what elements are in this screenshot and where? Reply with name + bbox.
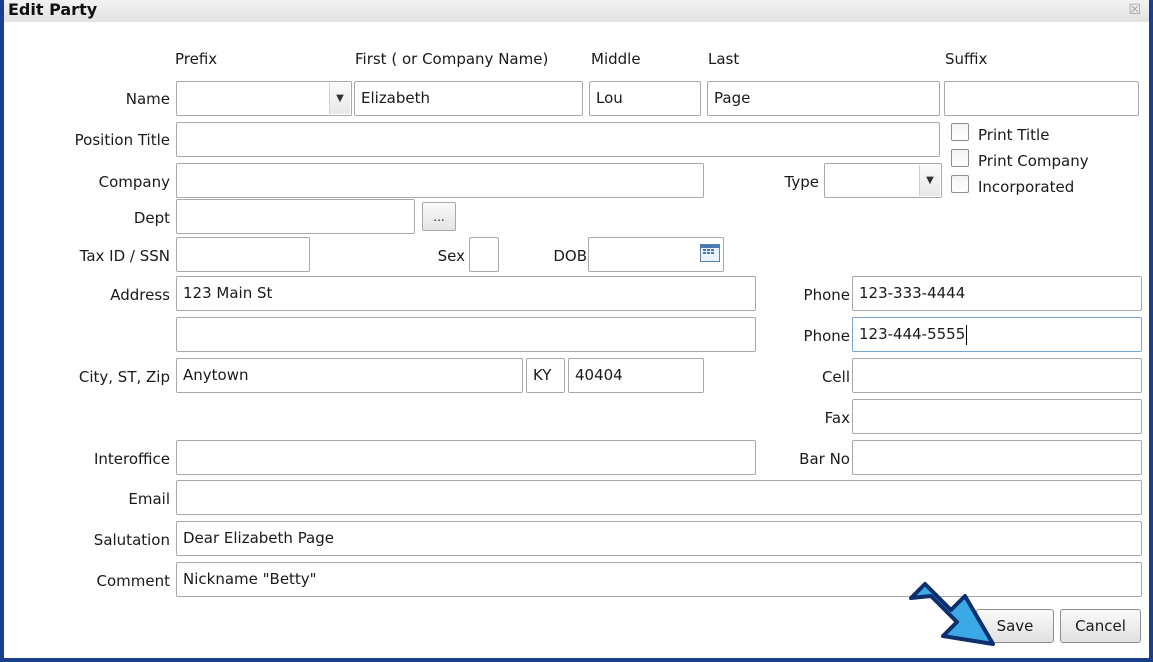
- last-name-value: Page: [714, 89, 751, 107]
- zip-value: 40404: [575, 366, 623, 384]
- header-suffix: Suffix: [945, 50, 988, 68]
- last-name-input[interactable]: Page: [707, 81, 940, 116]
- email-label: Email: [128, 490, 170, 508]
- incorporated-label: Incorporated: [978, 178, 1075, 196]
- dob-label: DOB: [553, 247, 587, 265]
- print-company-checkbox[interactable]: [951, 149, 969, 167]
- prefix-select[interactable]: ▼: [176, 81, 352, 116]
- first-name-value: Elizabeth: [361, 89, 431, 107]
- interoffice-input[interactable]: [176, 440, 756, 475]
- comment-label: Comment: [96, 572, 171, 590]
- comment-value: Nickname "Betty": [183, 570, 317, 588]
- company-label: Company: [98, 173, 170, 191]
- comment-input[interactable]: Nickname "Betty": [176, 562, 1142, 597]
- arrow-pointer-icon: [909, 582, 995, 646]
- cell-label: Cell: [821, 368, 850, 386]
- bar-no-label: Bar No: [799, 450, 850, 468]
- chevron-down-icon[interactable]: ▼: [329, 83, 350, 114]
- address-line1-value: 123 Main St: [183, 284, 273, 302]
- address-label: Address: [110, 286, 170, 304]
- phone1-input[interactable]: 123-333-4444: [852, 276, 1142, 311]
- position-title-input[interactable]: [176, 122, 940, 157]
- state-input[interactable]: KY: [526, 358, 565, 393]
- middle-name-input[interactable]: Lou: [589, 81, 701, 116]
- zip-input[interactable]: 40404: [568, 358, 704, 393]
- edit-party-dialog: Edit Party ☒ Prefix First ( or Company N…: [4, 0, 1149, 658]
- dept-label: Dept: [133, 209, 170, 227]
- cell-input[interactable]: [852, 358, 1142, 393]
- tax-id-label: Tax ID / SSN: [79, 247, 170, 265]
- state-value: KY: [533, 366, 552, 384]
- incorporated-checkbox[interactable]: [951, 175, 969, 193]
- close-icon[interactable]: ☒: [1128, 2, 1141, 18]
- sex-label: Sex: [437, 247, 465, 265]
- phone2-value: 123-444-5555: [859, 325, 966, 343]
- dept-input[interactable]: [176, 199, 415, 234]
- email-input[interactable]: [176, 480, 1142, 515]
- city-value: Anytown: [183, 366, 249, 384]
- print-title-checkbox[interactable]: [951, 123, 969, 141]
- type-label: Type: [784, 173, 819, 191]
- tax-id-input[interactable]: [176, 237, 310, 272]
- print-title-label: Print Title: [978, 126, 1050, 144]
- print-company-label: Print Company: [978, 152, 1089, 170]
- salutation-input[interactable]: Dear Elizabeth Page: [176, 521, 1142, 556]
- type-select[interactable]: ▼: [824, 163, 942, 198]
- dob-input[interactable]: [588, 237, 724, 272]
- title-bar: Edit Party ☒: [4, 0, 1149, 22]
- phone2-input[interactable]: 123-444-5555: [852, 317, 1142, 352]
- salutation-label: Salutation: [93, 531, 170, 549]
- sex-input[interactable]: [469, 237, 499, 272]
- header-last: Last: [708, 50, 740, 68]
- first-name-input[interactable]: Elizabeth: [354, 81, 583, 116]
- phone2-label: Phone: [803, 327, 850, 345]
- header-first: First ( or Company Name): [355, 50, 549, 68]
- phone1-label: Phone: [803, 286, 850, 304]
- middle-name-value: Lou: [596, 89, 623, 107]
- browse-dept-button[interactable]: ...: [422, 202, 456, 231]
- city-st-zip-label: City, ST, Zip: [78, 368, 170, 386]
- position-title-label: Position Title: [74, 131, 170, 149]
- calendar-icon[interactable]: [700, 244, 720, 262]
- header-middle: Middle: [591, 50, 641, 68]
- header-prefix: Prefix: [175, 50, 218, 68]
- city-input[interactable]: Anytown: [176, 358, 523, 393]
- text-caret: [966, 324, 968, 345]
- salutation-value: Dear Elizabeth Page: [183, 529, 335, 547]
- address-line1-input[interactable]: 123 Main St: [176, 276, 756, 311]
- name-label: Name: [125, 90, 170, 108]
- dialog-title: Edit Party: [8, 0, 98, 19]
- company-input[interactable]: [176, 163, 704, 198]
- address-line2-input[interactable]: [176, 317, 756, 352]
- fax-label: Fax: [824, 409, 850, 427]
- phone1-value: 123-333-4444: [859, 284, 966, 302]
- bar-no-input[interactable]: [852, 440, 1142, 475]
- chevron-down-icon[interactable]: ▼: [919, 165, 940, 196]
- cancel-button[interactable]: Cancel: [1060, 609, 1141, 643]
- suffix-input[interactable]: [944, 81, 1139, 116]
- fax-input[interactable]: [852, 399, 1142, 434]
- interoffice-label: Interoffice: [93, 450, 170, 468]
